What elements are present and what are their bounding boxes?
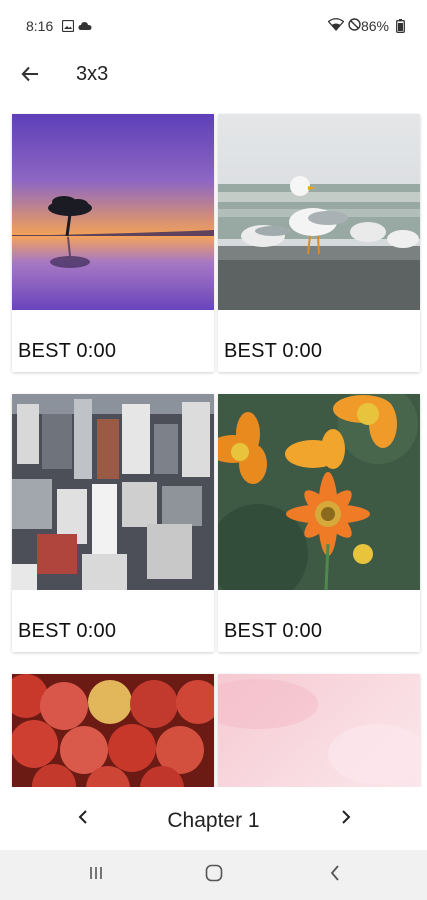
system-navigation-bar: [0, 850, 427, 900]
chapter-label: Chapter 1: [167, 809, 260, 832]
chevron-right-icon: [341, 809, 351, 830]
puzzle-thumbnail: [218, 674, 420, 787]
puzzle-thumbnail: [12, 114, 214, 310]
back-button[interactable]: [14, 60, 46, 92]
arrow-back-icon: [20, 64, 40, 89]
puzzle-card[interactable]: [218, 674, 420, 787]
puzzle-card[interactable]: BEST 0:00: [218, 114, 420, 372]
puzzle-card[interactable]: BEST 0:00: [12, 114, 214, 372]
puzzle-card[interactable]: BEST 0:00: [218, 394, 420, 652]
chapter-navigation: Chapter 1: [0, 788, 427, 850]
back-icon: [329, 864, 341, 887]
image-icon: [61, 19, 75, 37]
status-right-icons: [327, 18, 361, 34]
best-time-label: BEST 0:00: [224, 620, 323, 642]
recents-button[interactable]: [79, 862, 113, 888]
home-icon: [205, 864, 223, 887]
app-bar: 3x3: [0, 52, 427, 98]
status-bar: 8:16 86%: [0, 0, 427, 52]
best-time-label: BEST 0:00: [18, 620, 117, 642]
status-left-icons: [61, 19, 92, 37]
puzzle-card[interactable]: BEST 0:00: [12, 394, 214, 652]
system-back-button[interactable]: [318, 862, 352, 888]
cloud-icon: [78, 19, 92, 37]
next-chapter-button[interactable]: [331, 802, 361, 836]
battery-percentage: 86%: [360, 18, 389, 34]
puzzle-thumbnail: [12, 674, 214, 787]
puzzle-thumbnail: [218, 114, 420, 310]
recents-icon: [88, 865, 104, 886]
wifi-icon: [327, 18, 345, 34]
puzzle-card[interactable]: [12, 674, 214, 787]
best-time-label: BEST 0:00: [224, 340, 323, 362]
home-button[interactable]: [197, 862, 231, 888]
puzzle-thumbnail: [12, 394, 214, 590]
status-time: 8:16: [26, 18, 54, 34]
page-title: 3x3: [76, 63, 109, 85]
battery-icon: [396, 19, 405, 38]
best-time-label: BEST 0:00: [18, 340, 117, 362]
puzzle-thumbnail: [218, 394, 420, 590]
puzzle-grid: BEST 0:00 BEST 0:00 BEST 0:00 BEST 0:00: [0, 104, 427, 787]
do-not-disturb-icon: [348, 18, 361, 34]
